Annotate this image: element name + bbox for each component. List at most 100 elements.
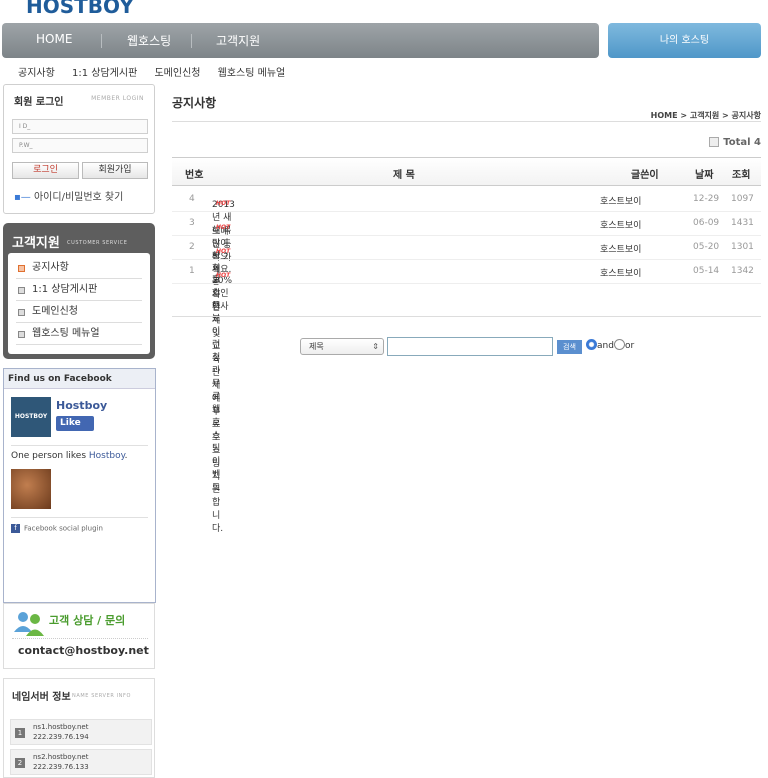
user-avatar[interactable] <box>11 469 51 509</box>
nameserver-box: 네임서버 정보 NAME SERVER INFO 1 ns1.hostboy.n… <box>3 678 155 778</box>
divider <box>11 517 148 518</box>
facebook-header: Find us on Facebook <box>4 369 155 389</box>
login-button[interactable]: 로그인 <box>12 162 79 179</box>
cs-item-label: 웹호스팅 메뉴얼 <box>32 328 100 339</box>
search-input[interactable] <box>387 337 553 356</box>
id-input[interactable]: I D_ <box>12 119 148 134</box>
page-title: 공지사항 <box>172 96 217 110</box>
find-account-link[interactable]: ▪— 아이디/비밀번호 찾기 <box>14 188 123 203</box>
row-views: 1431 <box>731 218 754 228</box>
search-field-select[interactable]: 제목 ⇕ <box>300 338 384 355</box>
number-icon: 2 <box>15 758 25 768</box>
table-row: 4 2013년 새해 복 많이 받으세요. HOT 호스트보이 12-29 109… <box>172 187 761 275</box>
row-views: 1097 <box>731 194 754 204</box>
row-subject-text: 호스트보이 런칭과 무료 웹호스팅 이벤트 <box>212 275 221 493</box>
facebook-page-name[interactable]: Hostboy <box>56 399 107 412</box>
nameserver-item: 2 ns2.hostboy.net 222.239.76.133 <box>10 749 152 775</box>
col-subject: 제 목 <box>393 170 415 181</box>
table-row: 3 도메인 등록 가격 20% 할인행사 HOT 호스트보이 06-09 1431 <box>172 211 761 312</box>
row-writer[interactable]: 호스트보이 <box>600 218 641 231</box>
row-writer[interactable]: 호스트보이 <box>600 266 641 279</box>
my-hosting-button[interactable]: 나의 호스팅 <box>608 23 761 58</box>
cs-item-qna[interactable]: 1:1 상담게시판 <box>16 280 142 301</box>
nameserver-ip: 222.239.76.133 <box>33 763 89 771</box>
row-number: 4 <box>189 194 195 204</box>
nav-home[interactable]: HOME <box>36 32 72 46</box>
row-date: 05-20 <box>693 242 720 252</box>
radio-or[interactable] <box>614 339 625 350</box>
row-number: 2 <box>189 242 195 252</box>
nameserver-subtitle: NAME SERVER INFO <box>72 693 132 699</box>
login-title: 회원 로그인 <box>14 97 64 108</box>
subnav-qna[interactable]: 1:1 상담게시판 <box>72 68 137 79</box>
row-number: 3 <box>189 218 195 228</box>
row-views: 1301 <box>731 242 754 252</box>
top-navigation: HOME 웹호스팅 고객지원 <box>2 23 599 58</box>
document-icon <box>709 137 720 147</box>
bullet-icon <box>18 265 25 272</box>
cs-item-label: 도메인신청 <box>32 306 78 317</box>
radio-and[interactable] <box>586 339 597 350</box>
nav-separator <box>191 34 192 48</box>
hot-icon: HOT <box>216 272 231 279</box>
bullet-icon <box>18 309 25 316</box>
facebook-widget: Find us on Facebook HOSTBOY Hostboy Like… <box>3 368 156 603</box>
divider <box>172 121 761 122</box>
subnav-manual[interactable]: 웹호스팅 메뉴얼 <box>218 68 286 79</box>
facebook-plugin-link[interactable]: f Facebook social plugin <box>11 524 103 533</box>
breadcrumb: HOME > 고객지원 > 공지사항 <box>650 111 761 120</box>
divider <box>11 445 148 446</box>
subnav-domain[interactable]: 도메인신청 <box>154 68 200 79</box>
login-subtitle: MEMBER LOGIN <box>91 95 144 102</box>
nameserver-host: ns1.hostboy.net <box>33 723 89 731</box>
table-row: 1 호스트보이 런칭과 무료 웹호스팅 이벤트 HOT 호스트보이 05-14 1… <box>172 259 761 493</box>
subnav-notice[interactable]: 공지사항 <box>18 68 55 79</box>
col-writer: 글쓴이 <box>631 170 659 181</box>
row-views: 1342 <box>731 266 754 276</box>
nameserver-text: ns1.hostboy.net 222.239.76.194 <box>33 722 89 742</box>
sub-navigation: 공지사항 1:1 상담게시판 도메인신청 웹호스팅 메뉴얼 <box>18 64 299 79</box>
facebook-page-link[interactable]: Hostboy <box>89 451 125 461</box>
hostboy-logo[interactable]: HOSTBOY <box>26 0 134 18</box>
contact-email[interactable]: contact@hostboy.net <box>18 644 149 657</box>
col-date: 날짜 <box>695 170 714 181</box>
nameserver-item: 1 ns1.hostboy.net 222.239.76.194 <box>10 719 152 745</box>
hot-icon: HOT <box>216 224 231 231</box>
find-account-label: 아이디/비밀번호 찾기 <box>33 192 124 203</box>
table-header: 번호 제 목 글쓴이 날짜 조회 <box>172 157 761 186</box>
facebook-like-button[interactable]: Like <box>56 416 94 431</box>
contact-box: 고객 상담 / 문의 contact@hostboy.net <box>3 603 155 669</box>
total-count: Total 4 <box>709 137 761 148</box>
facebook-icon: f <box>11 524 20 533</box>
login-box: 회원 로그인 MEMBER LOGIN I D_ P.W_ 로그인 회원가입 ▪… <box>3 84 155 214</box>
facebook-like-count: One person likes Hostboy. <box>11 451 128 461</box>
cs-menu: 공지사항 1:1 상담게시판 도메인신청 웹호스팅 메뉴얼 <box>8 253 150 354</box>
cs-item-label: 1:1 상담게시판 <box>32 284 98 295</box>
cs-item-manual[interactable]: 웹호스팅 메뉴얼 <box>16 324 142 345</box>
nav-webhosting[interactable]: 웹호스팅 <box>127 32 171 49</box>
cs-item-label: 공지사항 <box>32 262 69 273</box>
nav-support[interactable]: 고객지원 <box>216 32 260 49</box>
bullet-icon: ▪— <box>14 192 31 203</box>
hostboy-page-logo[interactable]: HOSTBOY <box>11 397 51 437</box>
like-count-text: One person likes <box>11 451 89 461</box>
row-writer[interactable]: 호스트보이 <box>600 194 641 207</box>
nameserver-title: 네임서버 정보 <box>12 692 71 703</box>
bullet-icon <box>18 331 25 338</box>
join-button[interactable]: 회원가입 <box>82 162 148 179</box>
cs-item-domain[interactable]: 도메인신청 <box>16 302 142 323</box>
row-writer[interactable]: 호스트보이 <box>600 242 641 255</box>
hot-icon: HOT <box>216 248 231 255</box>
col-number: 번호 <box>185 170 204 181</box>
search-button[interactable]: 검색 <box>557 340 582 354</box>
number-icon: 1 <box>15 728 25 738</box>
plugin-label: Facebook social plugin <box>24 524 103 533</box>
like-count-period: . <box>124 451 128 461</box>
password-input[interactable]: P.W_ <box>12 138 148 153</box>
table-row: 2 사회봉사단체 및 교육단체에 무료 호스팅 지원합니다. HOT 호스트보이 … <box>172 235 761 534</box>
cs-item-notice[interactable]: 공지사항 <box>16 258 142 279</box>
contact-title: 고객 상담 / 문의 <box>49 614 126 627</box>
people-icon <box>14 612 44 636</box>
divider <box>172 316 761 317</box>
search-select-value: 제목 <box>309 342 324 351</box>
